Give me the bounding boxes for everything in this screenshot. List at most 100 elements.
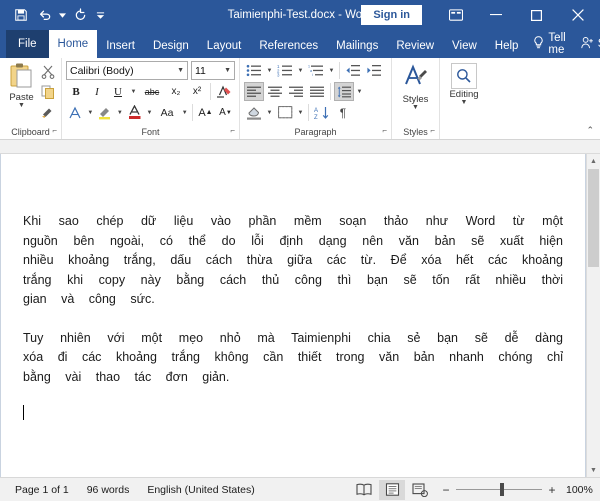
numbering-chevron-down-icon[interactable]: ▼ <box>296 61 305 80</box>
editing-button[interactable]: Editing ▼ <box>444 61 484 106</box>
scroll-up-icon[interactable]: ▲ <box>587 154 600 168</box>
tell-me-label: Tell me <box>548 32 566 56</box>
justify-button[interactable] <box>307 82 327 101</box>
text-effects-icon[interactable] <box>66 103 85 122</box>
read-mode-button[interactable] <box>351 480 377 500</box>
print-layout-button[interactable] <box>379 479 405 500</box>
styles-dropdown-icon[interactable]: ▼ <box>412 104 419 111</box>
subscript-button[interactable]: x₂ <box>166 82 186 101</box>
tab-layout[interactable]: Layout <box>198 34 251 58</box>
sign-in-button[interactable]: Sign in <box>361 5 422 25</box>
lightbulb-icon <box>533 36 544 52</box>
shrink-font-button[interactable]: A ▼ <box>216 103 235 122</box>
scrollbar-thumb[interactable] <box>588 169 599 267</box>
zoom-out-button[interactable]: − <box>441 483 451 497</box>
increase-indent-icon[interactable] <box>364 61 384 80</box>
font-name-chevron-down-icon[interactable]: ▼ <box>175 67 184 74</box>
tab-view[interactable]: View <box>443 34 486 58</box>
align-center-button[interactable] <box>265 82 285 101</box>
strikethrough-button[interactable]: abc <box>139 82 165 101</box>
line-spacing-button[interactable] <box>334 82 354 101</box>
paragraph-dialog-launcher[interactable]: ⌐ <box>382 124 387 138</box>
zoom-level-label[interactable]: 100% <box>562 484 594 496</box>
borders-icon[interactable] <box>275 103 295 122</box>
tab-review[interactable]: Review <box>387 34 443 58</box>
text-effects-chevron-down-icon[interactable]: ▼ <box>86 103 95 122</box>
ribbon-group-paragraph: ▼ 123 ▼ 1ai ▼ ▼ ▼ ▼ A Z ¶ Paragraph ⌐ <box>240 58 392 139</box>
zoom-control[interactable]: − + 100% <box>435 483 594 497</box>
highlight-chevron-down-icon[interactable]: ▼ <box>116 103 125 122</box>
copy-icon[interactable] <box>39 83 57 101</box>
paste-button[interactable]: Paste ▼ <box>4 61 39 109</box>
underline-button[interactable]: U <box>108 82 128 101</box>
align-right-button[interactable] <box>286 82 306 101</box>
font-color-icon[interactable] <box>125 103 144 122</box>
maximize-icon[interactable] <box>516 0 556 30</box>
paste-dropdown-icon[interactable]: ▼ <box>18 102 25 109</box>
vertical-scrollbar[interactable]: ▲ ▼ <box>586 154 600 477</box>
undo-icon[interactable] <box>34 4 56 26</box>
tab-mailings[interactable]: Mailings <box>327 34 387 58</box>
font-size-chevron-down-icon[interactable]: ▼ <box>222 67 231 74</box>
change-case-chevron-down-icon[interactable]: ▼ <box>180 103 189 122</box>
font-name-combobox[interactable]: Calibri (Body) ▼ <box>66 61 188 80</box>
tab-design[interactable]: Design <box>144 34 198 58</box>
undo-dropdown-icon[interactable] <box>58 4 67 26</box>
redo-icon[interactable] <box>69 4 91 26</box>
tell-me-box[interactable]: Tell me <box>527 32 571 56</box>
save-icon[interactable] <box>10 4 32 26</box>
clipboard-dialog-launcher[interactable]: ⌐ <box>52 124 57 138</box>
superscript-button[interactable]: x² <box>187 82 207 101</box>
tab-help[interactable]: Help <box>486 34 528 58</box>
tab-home[interactable]: Home <box>48 30 98 58</box>
word-count-status[interactable]: 96 words <box>78 484 139 496</box>
multilevel-list-icon[interactable]: 1ai <box>306 61 326 80</box>
font-dialog-launcher[interactable]: ⌐ <box>230 124 235 138</box>
shading-icon[interactable] <box>244 103 264 122</box>
italic-button[interactable]: I <box>87 82 107 101</box>
styles-button[interactable]: Styles ▼ <box>396 61 435 111</box>
numbering-icon[interactable]: 123 <box>275 61 295 80</box>
language-status[interactable]: English (United States) <box>138 484 263 496</box>
bullets-icon[interactable] <box>244 61 264 80</box>
font-color-chevron-down-icon[interactable]: ▼ <box>145 103 154 122</box>
align-left-button[interactable] <box>244 82 264 101</box>
ribbon-display-options-icon[interactable] <box>436 0 476 30</box>
format-painter-icon[interactable] <box>39 103 57 121</box>
shading-chevron-down-icon[interactable]: ▼ <box>265 103 274 122</box>
editing-dropdown-icon[interactable]: ▼ <box>461 99 468 106</box>
clear-formatting-icon[interactable] <box>214 82 234 101</box>
font-size-value: 11 <box>195 64 206 77</box>
document-paragraph: Khi sao chép dữ liệu vào phần mềm soạn t… <box>23 214 563 306</box>
change-case-button[interactable]: Aa <box>155 103 180 122</box>
cut-icon[interactable] <box>39 63 57 81</box>
zoom-slider[interactable] <box>456 483 542 496</box>
tab-insert[interactable]: Insert <box>97 34 144 58</box>
grow-font-button[interactable]: A ▲ <box>196 103 215 122</box>
show-formatting-marks-icon[interactable]: ¶ <box>333 103 353 122</box>
tab-references[interactable]: References <box>250 34 327 58</box>
web-layout-button[interactable] <box>407 480 433 500</box>
share-button[interactable]: Share <box>575 36 600 52</box>
bold-button[interactable]: B <box>66 82 86 101</box>
font-size-combobox[interactable]: 11 ▼ <box>191 61 235 80</box>
borders-chevron-down-icon[interactable]: ▼ <box>296 103 305 122</box>
text-highlight-icon[interactable] <box>96 103 115 122</box>
close-icon[interactable] <box>556 0 600 30</box>
decrease-indent-icon[interactable] <box>343 61 363 80</box>
sort-icon[interactable]: AZ <box>312 103 332 122</box>
minimize-icon[interactable] <box>476 0 516 30</box>
tab-file[interactable]: File <box>6 30 49 58</box>
bullets-chevron-down-icon[interactable]: ▼ <box>265 61 274 80</box>
styles-dialog-launcher[interactable]: ⌐ <box>430 124 435 138</box>
scroll-down-icon[interactable]: ▼ <box>587 463 600 477</box>
zoom-slider-thumb[interactable] <box>500 483 504 496</box>
collapse-ribbon-icon[interactable]: ⌃ <box>586 125 594 136</box>
zoom-in-button[interactable]: + <box>547 483 557 497</box>
underline-chevron-down-icon[interactable]: ▼ <box>129 82 138 101</box>
page-number-status[interactable]: Page 1 of 1 <box>6 484 78 496</box>
customize-qat-icon[interactable] <box>93 4 107 26</box>
document-page[interactable]: Khi sao chép dữ liệu vào phần mềm soạn t… <box>0 154 586 477</box>
multilevel-chevron-down-icon[interactable]: ▼ <box>327 61 336 80</box>
line-spacing-chevron-down-icon[interactable]: ▼ <box>355 82 364 101</box>
